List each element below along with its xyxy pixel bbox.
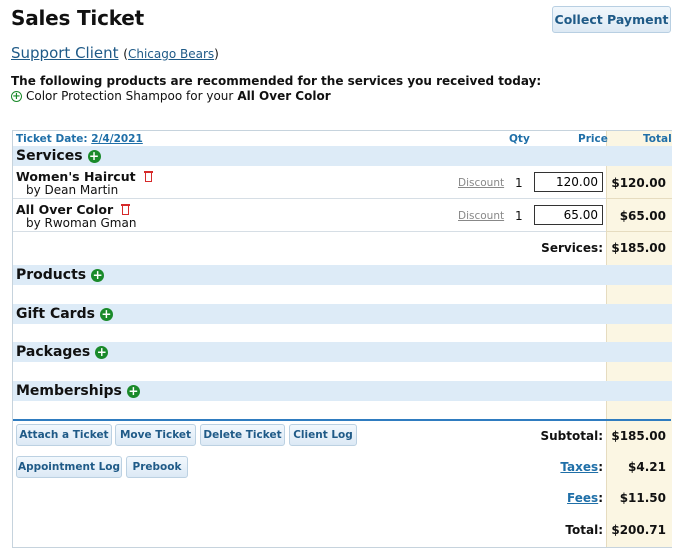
taxes-value: $4.21 — [628, 460, 666, 474]
client-log-button[interactable]: Client Log — [289, 424, 357, 446]
service-row: All Over Color by Rwoman Gman Discount 1 — [13, 199, 606, 232]
client-team: (Chicago Bears) — [123, 47, 219, 61]
taxes-link[interactable]: Taxes — [560, 460, 598, 474]
price-input[interactable] — [534, 205, 603, 225]
section-gift-cards: Gift Cards + — [13, 304, 606, 324]
services-subtotal-label: Services: — [541, 241, 603, 255]
section-services: Services + — [13, 146, 606, 166]
recommendation-heading: The following products are recommended f… — [11, 74, 542, 88]
ticket-date-link[interactable]: 2/4/2021 — [91, 133, 143, 145]
add-recommendation-icon[interactable]: + — [11, 90, 22, 102]
discount-link[interactable]: Discount — [458, 177, 504, 189]
service-row-total: $65.00 — [606, 199, 672, 232]
trash-icon[interactable] — [143, 171, 153, 182]
section-services-label: Services — [16, 148, 83, 164]
discount-link[interactable]: Discount — [458, 210, 504, 222]
trash-icon[interactable] — [121, 204, 131, 215]
total-value: $200.71 — [611, 523, 666, 537]
client-name-link[interactable]: Support Client — [11, 44, 119, 62]
service-row-total: $120.00 — [606, 166, 672, 199]
section-memberships: Memberships + — [13, 381, 606, 401]
add-service-icon[interactable]: + — [87, 149, 101, 163]
taxes-label: Taxes: — [560, 460, 603, 474]
ticket-table: Ticket Date: 2/4/2021 Qty Price Total Se… — [12, 130, 672, 548]
service-provider: by Rwoman Gman — [26, 216, 137, 230]
fees-link[interactable]: Fees — [567, 491, 598, 505]
delete-ticket-button[interactable]: Delete Ticket — [200, 424, 285, 446]
service-provider: by Dean Martin — [26, 183, 119, 197]
service-name: Women's Haircut — [16, 169, 136, 184]
add-package-icon[interactable]: + — [95, 345, 109, 359]
add-membership-icon[interactable]: + — [126, 384, 140, 398]
service-qty: 1 — [515, 176, 523, 190]
ticket-date: Ticket Date: 2/4/2021 — [16, 133, 143, 145]
section-packages: Packages + — [13, 342, 606, 362]
fees-label: Fees: — [567, 491, 603, 505]
section-products-label: Products — [16, 267, 87, 283]
service-qty: 1 — [515, 209, 523, 223]
recommendation-item-service: All Over Color — [237, 89, 331, 103]
add-gift-card-icon[interactable]: + — [99, 307, 113, 321]
recommendation-item[interactable]: + Color Protection Shampoo for your All … — [11, 89, 331, 103]
section-divider — [13, 419, 671, 421]
section-packages-label: Packages — [16, 344, 91, 360]
price-header: Price — [578, 133, 608, 145]
move-ticket-button[interactable]: Move Ticket — [115, 424, 196, 446]
service-row: Women's Haircut by Dean Martin Discount … — [13, 166, 606, 199]
section-gift-cards-label: Gift Cards — [16, 306, 95, 322]
page-title: Sales Ticket — [11, 6, 145, 30]
ticket-header: Ticket Date: 2/4/2021 Qty Price Total — [13, 131, 672, 146]
collect-payment-button[interactable]: Collect Payment — [552, 6, 671, 33]
subtotal-label: Subtotal: — [540, 429, 603, 443]
total-label: Total: — [565, 523, 603, 537]
subtotal-value: $185.00 — [611, 429, 666, 443]
service-name: All Over Color — [16, 202, 114, 217]
recommendation-item-text: Color Protection Shampoo for your — [26, 89, 234, 103]
attach-ticket-button[interactable]: Attach a Ticket — [16, 424, 112, 446]
services-subtotal-value: $185.00 — [611, 241, 666, 255]
prebook-button[interactable]: Prebook — [126, 456, 188, 478]
qty-header: Qty — [509, 133, 530, 145]
client-team-link[interactable]: Chicago Bears — [128, 47, 214, 61]
client-line: Support Client (Chicago Bears) — [11, 44, 219, 62]
section-memberships-label: Memberships — [16, 383, 122, 399]
total-header: Total — [643, 133, 672, 145]
add-product-icon[interactable]: + — [91, 268, 105, 282]
fees-value: $11.50 — [619, 491, 666, 505]
price-input[interactable] — [534, 172, 603, 192]
appointment-log-button[interactable]: Appointment Log — [16, 456, 122, 478]
section-products: Products + — [13, 265, 606, 285]
